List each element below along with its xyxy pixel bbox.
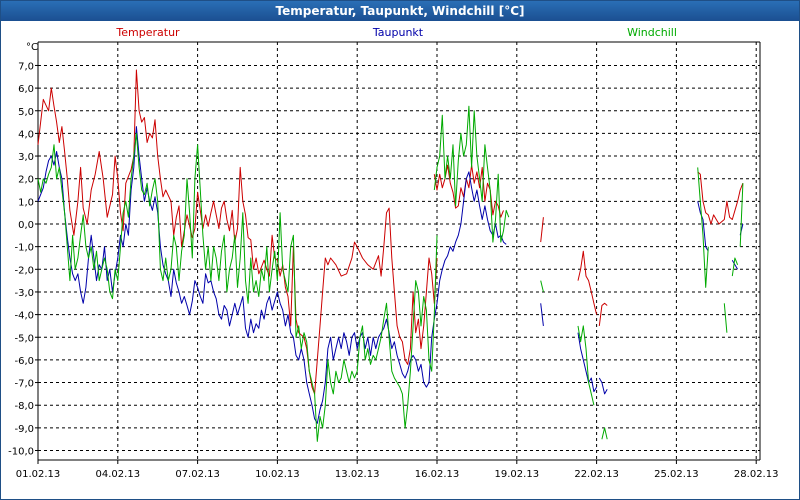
- y-tick-label: -6,0: [14, 356, 34, 367]
- y-tick-label: 0,0: [18, 220, 34, 231]
- x-tick-label: 01.02.13: [16, 469, 61, 480]
- x-tick-labels: 01.02.13 04.02.13 07.02.13 10.02.13 13.02.13…: [16, 469, 779, 480]
- y-axis-unit: °C: [26, 42, 38, 53]
- x-tick-label: 22.02.13: [574, 469, 619, 480]
- line-chart: 7,0 6,0 5,0 4,0 3,0 2,0 1,0 0,0 -1,0 -2,0 -3,0 -4,0…: [8, 26, 779, 480]
- x-tick-label: 25.02.13: [654, 469, 699, 480]
- legend-entry-windchill: Windchill: [627, 26, 677, 39]
- y-tick-label: -4,0: [14, 311, 34, 322]
- y-tick-label: 2,0: [18, 175, 34, 186]
- y-tick-label: -2,0: [14, 265, 34, 276]
- legend-entry-temperatur: Temperatur: [115, 26, 180, 39]
- legend-entry-taupunkt: Taupunkt: [372, 26, 424, 39]
- x-tick-label: 04.02.13: [96, 469, 141, 480]
- x-tick-label: 28.02.13: [734, 469, 779, 480]
- y-tick-label: 5,0: [18, 107, 34, 118]
- y-tick-labels: 7,0 6,0 5,0 4,0 3,0 2,0 1,0 0,0 -1,0 -2,0 -3,0 -4,0…: [8, 61, 34, 457]
- x-tick-label: 13.02.13: [335, 469, 380, 480]
- x-tick-label: 07.02.13: [175, 469, 220, 480]
- y-tick-label: 4,0: [18, 129, 34, 140]
- y-tick-label: -1,0: [14, 243, 34, 254]
- y-tick-label: 7,0: [18, 61, 34, 72]
- y-tick-label: 3,0: [18, 152, 34, 163]
- x-tick-label: 16.02.13: [415, 469, 460, 480]
- legend: Temperatur Taupunkt Windchill: [115, 26, 677, 39]
- y-tick-label: -10,0: [8, 447, 34, 458]
- x-tick-label: 19.02.13: [495, 469, 540, 480]
- y-tick-label: 6,0: [18, 84, 34, 95]
- y-tick-label: -8,0: [14, 401, 34, 412]
- y-tick-label: -3,0: [14, 288, 34, 299]
- y-tick-label: -7,0: [14, 379, 34, 390]
- y-tick-label: -9,0: [14, 424, 34, 435]
- y-tick-label: 1,0: [18, 197, 34, 208]
- y-tick-label: -5,0: [14, 333, 34, 344]
- plot-area: [38, 42, 760, 460]
- x-tick-label: 10.02.13: [255, 469, 300, 480]
